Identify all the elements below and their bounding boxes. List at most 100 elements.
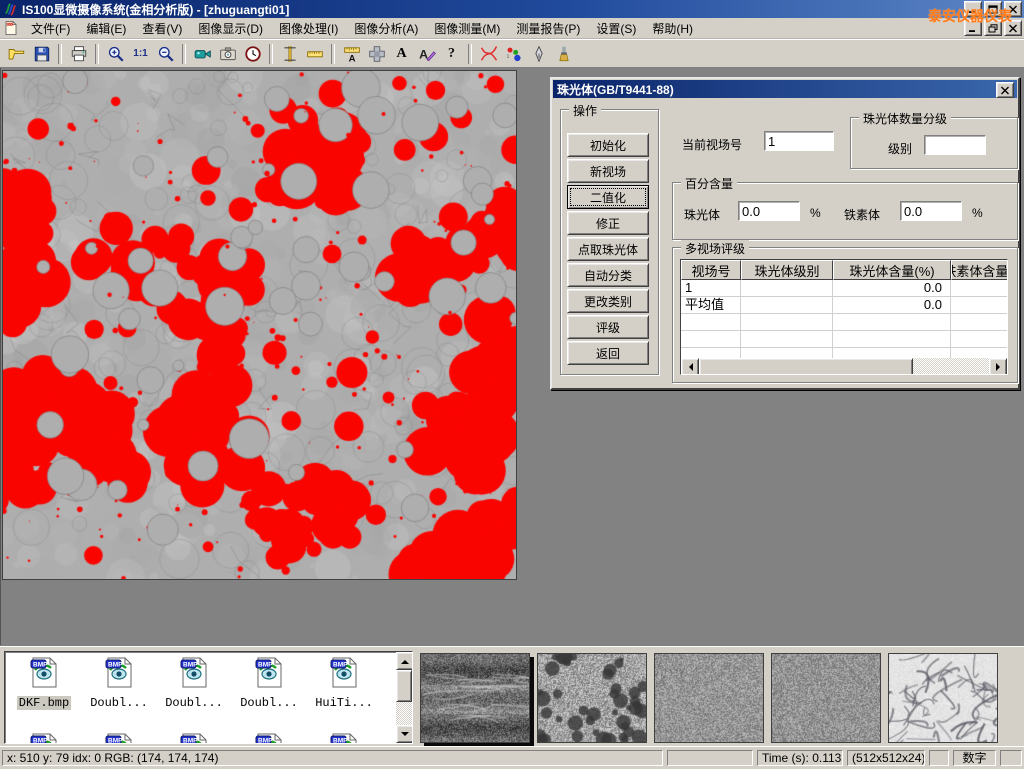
pick-pearlite-button[interactable]: 点取珠光体 [567,237,649,261]
ferrite-percent-input[interactable] [900,201,962,221]
initialize-button[interactable]: 初始化 [567,133,649,157]
mdi-minimize-button[interactable] [964,20,982,36]
grade-button[interactable]: 评级 [567,315,649,339]
mdi-restore-button[interactable] [984,20,1002,36]
file-list-scrollbar[interactable] [396,652,412,743]
menu-item-5[interactable]: 图像分析(A) [346,18,426,39]
zoom-in-icon[interactable] [103,42,128,66]
menu-item-7[interactable]: 测量报告(P) [508,18,588,39]
curve-cut-icon[interactable] [476,42,501,66]
svg-text:BMP: BMP [108,738,123,745]
file-item[interactable]: BMP [9,732,79,744]
scroll-up-icon[interactable] [396,652,413,670]
table-row[interactable]: 1 0.0 [681,280,1007,297]
open-icon[interactable] [4,42,29,66]
app-icon [3,2,19,16]
file-item[interactable]: BMP Doubl... [84,656,154,711]
file-name: HuiTi... [313,696,375,710]
text-icon[interactable]: A [389,42,414,66]
col-ferrite[interactable]: 铁素体含量(%) [951,260,1008,280]
current-field-input[interactable] [764,131,834,151]
col-pearlite[interactable]: 珠光体含量(%) [833,260,951,280]
dialog-title-bar[interactable]: 珠光体(GB/T9441-88) [553,80,1017,98]
file-name: Doubl... [238,696,300,710]
operations-group-label: 操作 [569,102,601,119]
grid-tool-icon[interactable] [364,42,389,66]
help-icon[interactable]: ? [439,42,464,66]
percent-sign: % [972,206,983,220]
brush-icon[interactable] [551,42,576,66]
col-field[interactable]: 视场号 [681,260,741,280]
scrollbar-thumb[interactable] [396,670,412,702]
text-edit-icon[interactable]: A [414,42,439,66]
thumbnail-image[interactable] [537,653,647,743]
print-icon[interactable] [66,42,91,66]
file-item[interactable]: BMP [159,732,229,744]
pen-icon[interactable] [526,42,551,66]
pearlite-dialog: 珠光体(GB/T9441-88) 操作 初始化 新视场 二值化 修正 点取珠光体… [550,77,1020,390]
menu-item-3[interactable]: 图像显示(D) [190,18,271,39]
change-class-button[interactable]: 更改类别 [567,289,649,313]
close-button[interactable] [1004,1,1022,17]
menu-items: 文件(F)编辑(E)查看(V)图像显示(D)图像处理(I)图像分析(A)图像测量… [23,18,701,39]
cursor-position-status: x: 510 y: 79 idx: 0 RGB: (174, 174, 174) [2,750,663,766]
menu-item-0[interactable]: 文件(F) [23,18,78,39]
file-item[interactable]: BMP Doubl... [159,656,229,711]
bmp-file-icon: BMP [253,656,285,688]
new-field-button[interactable]: 新视场 [567,159,649,183]
time-status: Time (s): 0.113 [757,750,843,766]
correct-button[interactable]: 修正 [567,211,649,235]
caliper-icon[interactable] [277,42,302,66]
maximize-button[interactable] [984,1,1002,17]
scroll-down-icon[interactable] [396,725,413,743]
mdi-close-button[interactable] [1004,20,1022,36]
calibrate-icon[interactable]: A [339,42,364,66]
svg-text:1: 1 [506,53,509,58]
return-button[interactable]: 返回 [567,341,649,365]
menu-item-2[interactable]: 查看(V) [134,18,190,39]
metallographic-image[interactable] [2,70,517,580]
dialog-title: 珠光体(GB/T9441-88) [557,81,674,98]
timer-icon[interactable] [240,42,265,66]
menu-item-9[interactable]: 帮助(H) [644,18,701,39]
scrollbar-track[interactable] [913,358,989,374]
save-icon[interactable] [29,42,54,66]
file-item[interactable]: BMP [234,732,304,744]
menu-item-1[interactable]: 编辑(E) [78,18,134,39]
menu-item-6[interactable]: 图像测量(M) [426,18,508,39]
col-level[interactable]: 珠光体级别 [741,260,833,280]
menu-item-4[interactable]: 图像处理(I) [271,18,346,39]
bmp-file-icon: BMP [103,656,135,688]
zoom-out-icon[interactable] [153,42,178,66]
binarize-button[interactable]: 二值化 [567,185,649,209]
scroll-right-icon[interactable] [989,358,1007,375]
scrollbar-track[interactable] [396,702,412,725]
thumbnail-image[interactable] [888,653,998,743]
file-item[interactable]: BMP DKF.bmp [9,656,79,711]
auto-classify-button[interactable]: 自动分类 [567,263,649,287]
table-horizontal-scrollbar[interactable] [681,358,1007,374]
scroll-left-icon[interactable] [681,358,699,375]
svg-text:BMP: BMP [33,662,48,669]
file-item[interactable]: BMP [84,732,154,744]
menu-item-8[interactable]: 设置(S) [588,18,644,39]
document-icon: DOC [3,20,19,36]
actual-size-icon[interactable]: 1:1 [128,42,153,66]
dialog-close-icon[interactable] [996,82,1014,98]
video-camera-icon[interactable] [190,42,215,66]
thumbnail-image[interactable] [771,653,881,743]
ruler-icon[interactable] [302,42,327,66]
bmp-file-icon: BMP [328,656,360,688]
file-item[interactable]: BMP [309,732,379,744]
level-input[interactable] [924,135,986,155]
thumbnail-image[interactable] [420,653,530,743]
pearlite-percent-input[interactable] [738,201,800,221]
scrollbar-thumb[interactable] [699,358,913,375]
file-item[interactable]: BMP Doubl... [234,656,304,711]
file-item[interactable]: BMP HuiTi... [309,656,379,711]
minimize-button[interactable] [964,1,982,17]
capture-image-icon[interactable] [215,42,240,66]
table-row[interactable]: 平均值 0.0 [681,297,1007,314]
thumbnail-image[interactable] [654,653,764,743]
phase-dots-icon[interactable]: 1 [501,42,526,66]
